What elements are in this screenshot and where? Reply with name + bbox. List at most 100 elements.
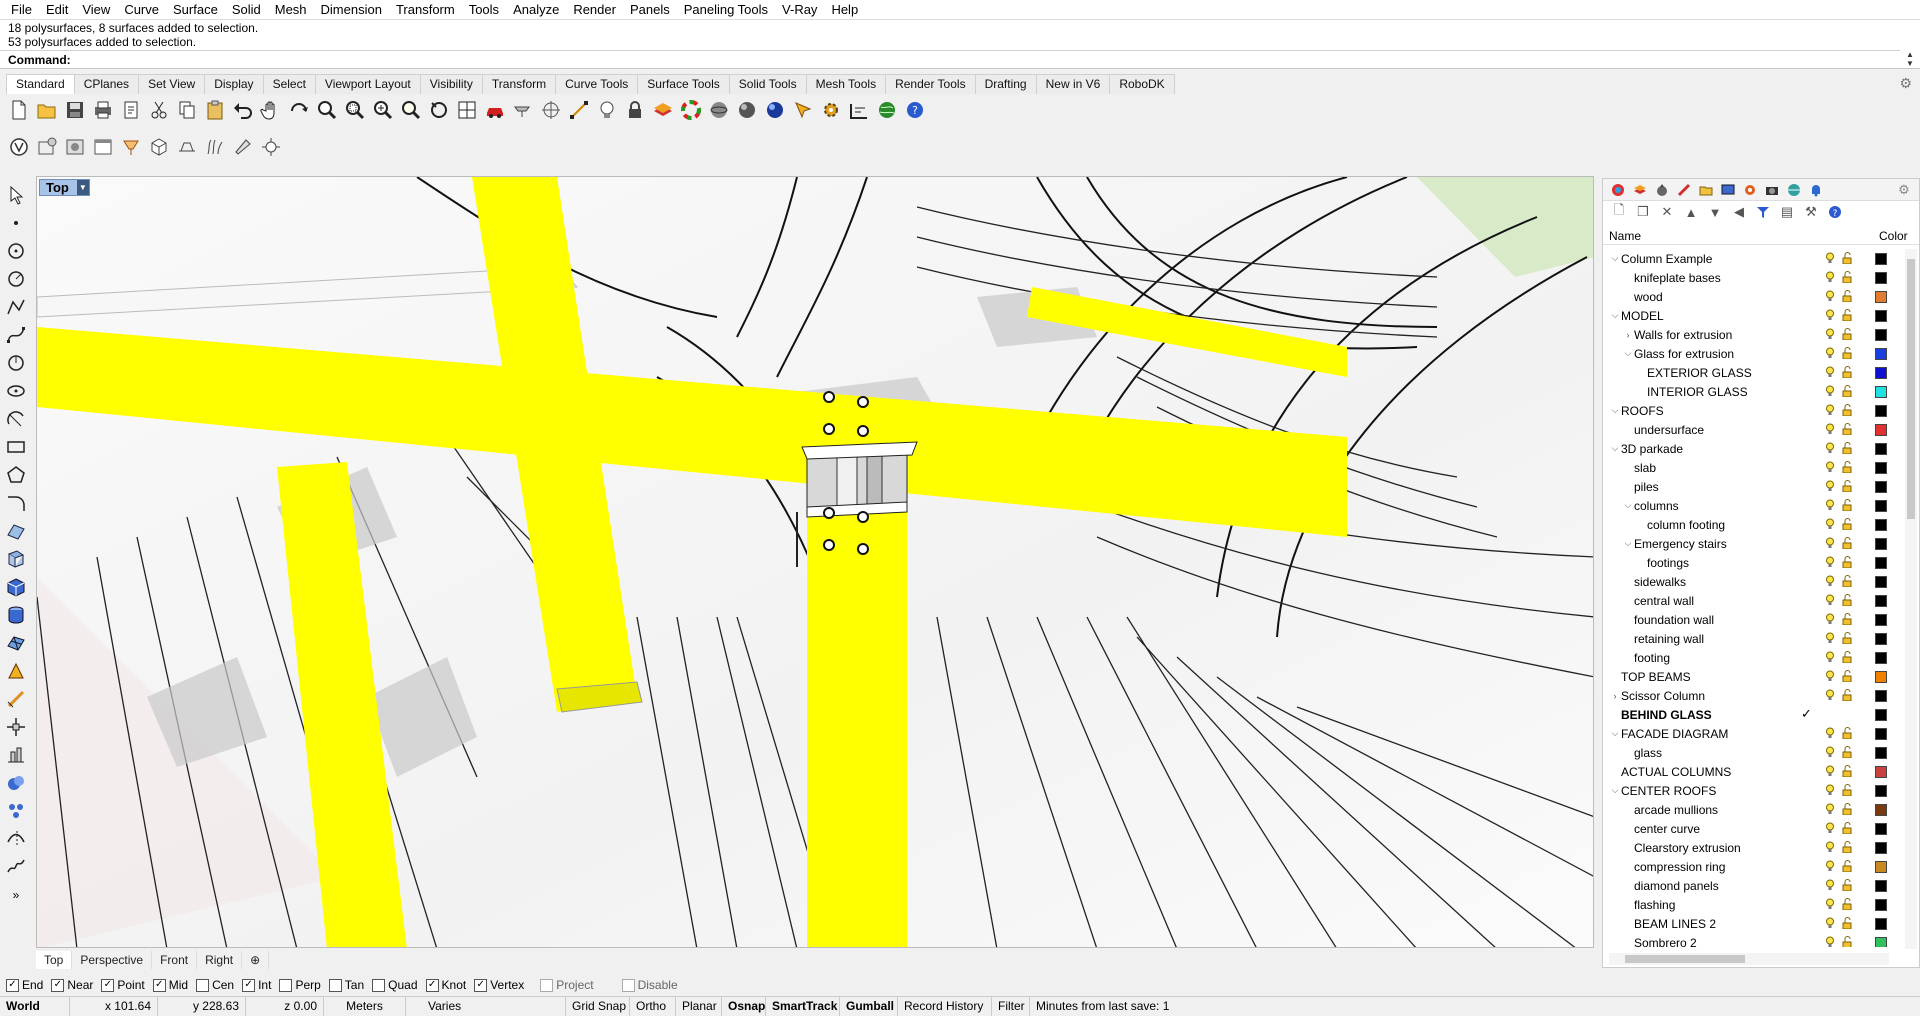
layer-row[interactable]: ⌵ Glass for extrusion xyxy=(1603,344,1903,363)
layer-name[interactable]: CENTER ROOFS xyxy=(1621,784,1903,798)
scroll-down-icon[interactable]: ▼ xyxy=(1906,59,1914,68)
view-tab-perspective[interactable]: Perspective xyxy=(72,951,153,969)
layer-row[interactable]: slab xyxy=(1603,458,1903,477)
ellipse-icon[interactable] xyxy=(3,378,29,404)
layer-unlock-icon[interactable] xyxy=(1841,556,1853,569)
zoom-window-icon[interactable] xyxy=(342,97,368,123)
layer-row[interactable]: compression ring xyxy=(1603,857,1903,876)
view-tab-front[interactable]: Front xyxy=(152,951,198,969)
layer-name[interactable]: ACTUAL COLUMNS xyxy=(1621,765,1903,779)
layer-visible-bulb-icon[interactable] xyxy=(1825,252,1835,264)
vray-sun-icon[interactable] xyxy=(258,134,284,160)
properties-tab-icon[interactable] xyxy=(1607,180,1629,200)
layer-color-swatch[interactable] xyxy=(1875,671,1887,683)
layer-help-icon[interactable]: ? xyxy=(1823,202,1847,222)
layer-visible-bulb-icon[interactable] xyxy=(1825,385,1835,397)
layer-row[interactable]: Clearstory extrusion xyxy=(1603,838,1903,857)
polygon-icon[interactable] xyxy=(3,462,29,488)
layer-name[interactable]: columns xyxy=(1634,499,1903,513)
layer-color-swatch[interactable] xyxy=(1875,709,1887,721)
layer-row[interactable]: › Scissor Column xyxy=(1603,686,1903,705)
layer-visible-bulb-icon[interactable] xyxy=(1825,461,1835,473)
osnap-checkbox[interactable] xyxy=(372,978,386,992)
select-filter-icon[interactable] xyxy=(510,97,536,123)
layer-row[interactable]: knifeplate bases xyxy=(1603,268,1903,287)
layer-color-swatch[interactable] xyxy=(1875,538,1887,550)
layer-row[interactable]: sidewalks xyxy=(1603,572,1903,591)
move-layer-up-icon[interactable]: ▲ xyxy=(1679,202,1703,222)
new-sublayer-icon[interactable]: ❐ xyxy=(1631,202,1655,222)
layer-unlock-icon[interactable] xyxy=(1841,518,1853,531)
layer-visible-bulb-icon[interactable] xyxy=(1825,898,1835,910)
layer-row[interactable]: column footing xyxy=(1603,515,1903,534)
layer-name[interactable]: slab xyxy=(1634,461,1903,475)
layer-visible-bulb-icon[interactable] xyxy=(1825,575,1835,587)
planar-toggle[interactable]: Planar xyxy=(676,996,722,1016)
layer-visible-bulb-icon[interactable] xyxy=(1825,594,1835,606)
layer-unlock-icon[interactable] xyxy=(1841,461,1853,474)
menu-analyze[interactable]: Analyze xyxy=(506,0,566,19)
zoom-extents-icon[interactable] xyxy=(370,97,396,123)
layer-visible-bulb-icon[interactable] xyxy=(1825,328,1835,340)
layer-color-swatch[interactable] xyxy=(1875,386,1887,398)
layer-name[interactable]: piles xyxy=(1634,480,1903,494)
layer-row[interactable]: retaining wall xyxy=(1603,629,1903,648)
circle-center-icon[interactable] xyxy=(3,238,29,264)
layer-visible-bulb-icon[interactable] xyxy=(1825,480,1835,492)
layer-row[interactable]: ⌵ MODEL xyxy=(1603,306,1903,325)
cplane-origin-icon[interactable] xyxy=(538,97,564,123)
layer-row[interactable]: ACTUAL COLUMNS xyxy=(1603,762,1903,781)
open-file-icon[interactable] xyxy=(34,97,60,123)
osnap-mid[interactable]: ✓ Mid xyxy=(152,978,188,992)
layer-row[interactable]: › Walls for extrusion xyxy=(1603,325,1903,344)
viewport-title[interactable]: Top ▼ xyxy=(39,179,90,196)
rendered-sphere-icon[interactable] xyxy=(762,97,788,123)
lock-icon[interactable] xyxy=(622,97,648,123)
toolbar-tab-render-tools[interactable]: Render Tools xyxy=(885,74,976,94)
toolbar-tab-transform[interactable]: Transform xyxy=(481,74,557,94)
layer-unlock-icon[interactable] xyxy=(1841,537,1853,550)
layer-color-swatch[interactable] xyxy=(1875,899,1887,911)
hscroll-thumb[interactable] xyxy=(1625,955,1745,963)
toolbar-tab-select[interactable]: Select xyxy=(262,74,316,94)
scroll-up-icon[interactable]: ▲ xyxy=(1906,50,1914,59)
layer-visible-bulb-icon[interactable] xyxy=(1825,632,1835,644)
libraries-tab-icon[interactable] xyxy=(1695,180,1717,200)
fillet-curve-icon[interactable] xyxy=(3,490,29,516)
layer-name[interactable]: FACADE DIAGRAM xyxy=(1621,727,1903,741)
layer-color-swatch[interactable] xyxy=(1875,348,1887,360)
toolbar-tab-visibility[interactable]: Visibility xyxy=(419,74,483,94)
select-arrow-icon[interactable] xyxy=(3,182,29,208)
layer-row[interactable]: footings xyxy=(1603,553,1903,572)
layer-row[interactable]: BEHIND GLASS ✓ xyxy=(1603,705,1903,724)
osnap-checkbox[interactable] xyxy=(196,978,210,992)
grid-snap-toggle[interactable]: Grid Snap xyxy=(566,996,630,1016)
layer-color-swatch[interactable] xyxy=(1875,614,1887,626)
osnap-disable[interactable]: Disable xyxy=(621,978,678,992)
vray-cube-icon[interactable] xyxy=(146,134,172,160)
osnap-toggle[interactable]: Osnap xyxy=(722,996,766,1016)
menu-view[interactable]: View xyxy=(75,0,117,19)
layer-unlock-icon[interactable] xyxy=(1841,613,1853,626)
layer-unlock-icon[interactable] xyxy=(1841,860,1853,873)
vray-light-icon[interactable] xyxy=(118,134,144,160)
array-tool-icon[interactable] xyxy=(3,742,29,768)
circle-tool-icon[interactable] xyxy=(3,350,29,376)
layer-unlock-icon[interactable] xyxy=(1841,936,1853,947)
gumball-toggle[interactable]: Gumball xyxy=(840,996,898,1016)
layer-color-swatch[interactable] xyxy=(1875,329,1887,341)
extrude-surface-icon[interactable] xyxy=(3,546,29,572)
layer-unlock-icon[interactable] xyxy=(1841,480,1853,493)
layer-visible-bulb-icon[interactable] xyxy=(1825,841,1835,853)
save-icon[interactable] xyxy=(62,97,88,123)
menu-panels[interactable]: Panels xyxy=(623,0,677,19)
move-tool-icon[interactable] xyxy=(3,714,29,740)
layer-color-swatch[interactable] xyxy=(1875,652,1887,664)
layer-name[interactable]: Column Example xyxy=(1621,252,1903,266)
circle-radius-icon[interactable] xyxy=(3,266,29,292)
expand-chevron-down-icon[interactable]: ⌵ xyxy=(1609,785,1621,796)
layer-visible-bulb-icon[interactable] xyxy=(1825,518,1835,530)
shaded-sphere-icon[interactable] xyxy=(734,97,760,123)
osnap-checkbox[interactable] xyxy=(328,978,342,992)
layer-tools-icon[interactable]: ⚒ xyxy=(1799,202,1823,222)
